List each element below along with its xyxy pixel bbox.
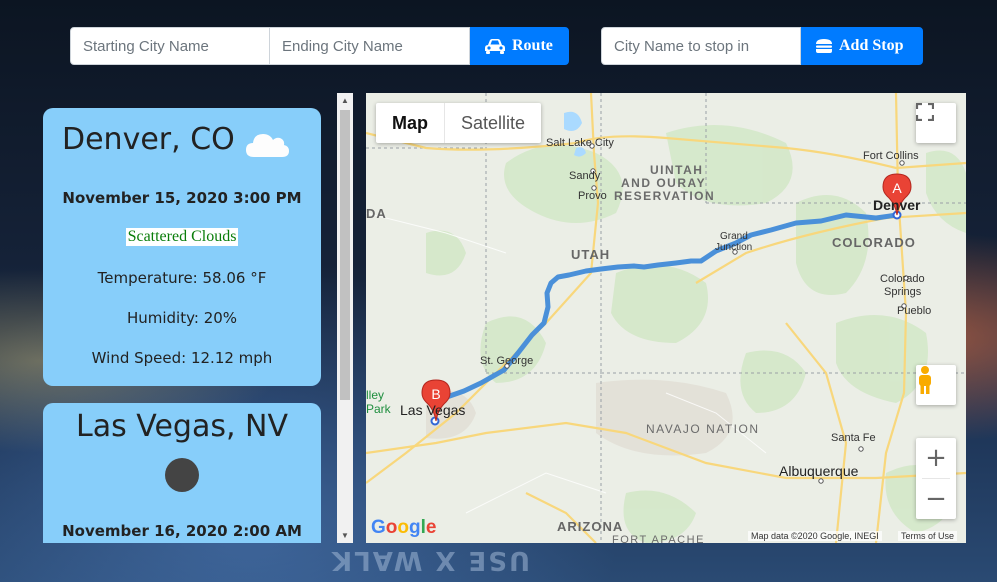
label-colorado: COLORADO (832, 235, 916, 250)
label-colorado-springs-2: Springs (884, 286, 922, 298)
scrollbar-thumb[interactable] (340, 110, 350, 400)
map-type-control: Map Satellite (376, 103, 542, 143)
weather-panel[interactable]: Denver, CO November 15, 2020 3:00 PM Sca… (43, 93, 353, 543)
label-grand-junction-1: Grand (720, 231, 748, 242)
label-pueblo: Pueblo (897, 305, 932, 317)
weather-card-denver: Denver, CO November 15, 2020 3:00 PM Sca… (43, 108, 321, 386)
label-fort-apache: FORT APACHE (612, 534, 705, 543)
weather-description: Scattered Clouds (125, 228, 239, 246)
google-logo[interactable]: Google (371, 517, 436, 539)
fullscreen-icon (916, 103, 934, 121)
scroll-down-arrow-icon[interactable]: ▼ (341, 531, 349, 540)
ending-city-input[interactable] (270, 27, 470, 65)
fullscreen-button[interactable] (916, 103, 956, 143)
label-colorado-springs-1: Colorado (880, 273, 925, 285)
starting-city-input[interactable] (70, 27, 270, 65)
marker-b-label: B (431, 386, 440, 402)
label-sandy: Sandy (569, 170, 601, 182)
label-albuquerque: Albuquerque (779, 463, 859, 479)
label-provo: Provo (578, 190, 607, 202)
label-ouray: AND OURAY (621, 176, 707, 190)
label-grand-junction-2: Junction (715, 242, 753, 253)
map-attribution: Map data ©2020 Google, INEGI (748, 531, 882, 541)
route-button-label: Route (512, 37, 553, 54)
add-stop-button-label: Add Stop (839, 37, 904, 54)
road-marking-background: USE X WALK (330, 545, 531, 575)
panel-scrollbar[interactable]: ▲ ▼ (337, 93, 353, 543)
label-valley-1: lley (366, 388, 385, 402)
forecast-date: November 16, 2020 2:00 AM (62, 522, 302, 540)
label-utah: UTAH (571, 247, 611, 262)
label-las-vegas: Las Vegas (400, 402, 466, 418)
label-reservation: RESERVATION (614, 189, 716, 203)
dark-cloud-icon (165, 458, 199, 492)
zoom-control: + − (916, 438, 956, 519)
weather-card-las-vegas: Las Vegas, NV November 16, 2020 2:00 AM (43, 403, 321, 543)
route-form: Route (70, 27, 569, 65)
label-nevada: DA (366, 206, 387, 221)
street-view-button[interactable] (916, 365, 956, 405)
humidity: Humidity: 20% (126, 309, 238, 327)
label-valley-2: Park (366, 402, 391, 416)
stop-form: Add Stop (601, 27, 923, 65)
add-stop-button[interactable]: Add Stop (801, 27, 923, 65)
wind-speed: Wind Speed: 12.12 mph (91, 349, 273, 367)
weather-description-wrap: Scattered Clouds (43, 228, 321, 246)
city-title: Las Vegas, NV (75, 409, 288, 444)
label-salt-lake-city: Salt Lake City (546, 137, 614, 149)
zoom-in-icon[interactable]: + (916, 438, 956, 478)
stop-city-input[interactable] (601, 27, 801, 65)
label-navajo-nation: NAVAJO NATION (646, 422, 760, 436)
label-santa-fe: Santa Fe (831, 432, 876, 444)
temperature: Temperature: 58.06 °F (97, 269, 267, 287)
hamburger-stack-icon (816, 39, 832, 53)
label-fort-collins: Fort Collins (863, 150, 919, 162)
label-st-george: St. George (480, 355, 534, 367)
zoom-out-icon[interactable]: − (916, 479, 956, 519)
city-title: Denver, CO (62, 122, 235, 157)
scroll-up-arrow-icon[interactable]: ▲ (341, 96, 349, 105)
marker-a-label: A (892, 180, 902, 196)
forecast-date: November 15, 2020 3:00 PM (62, 189, 302, 207)
map-type-map-button[interactable]: Map (376, 103, 444, 143)
pegman-icon (919, 366, 931, 394)
label-denver: Denver (873, 197, 921, 213)
route-button[interactable]: Route (470, 27, 569, 65)
car-icon (485, 39, 505, 54)
terms-of-use-link[interactable]: Terms of Use (898, 531, 958, 541)
map-type-satellite-button[interactable]: Satellite (444, 103, 541, 143)
label-arizona: ARIZONA (557, 519, 624, 534)
label-uintah: UINTAH (650, 163, 704, 177)
cloud-icon (246, 134, 289, 157)
route-map[interactable]: A B Salt Lake City Sandy Provo UINTAH AN… (366, 93, 966, 543)
